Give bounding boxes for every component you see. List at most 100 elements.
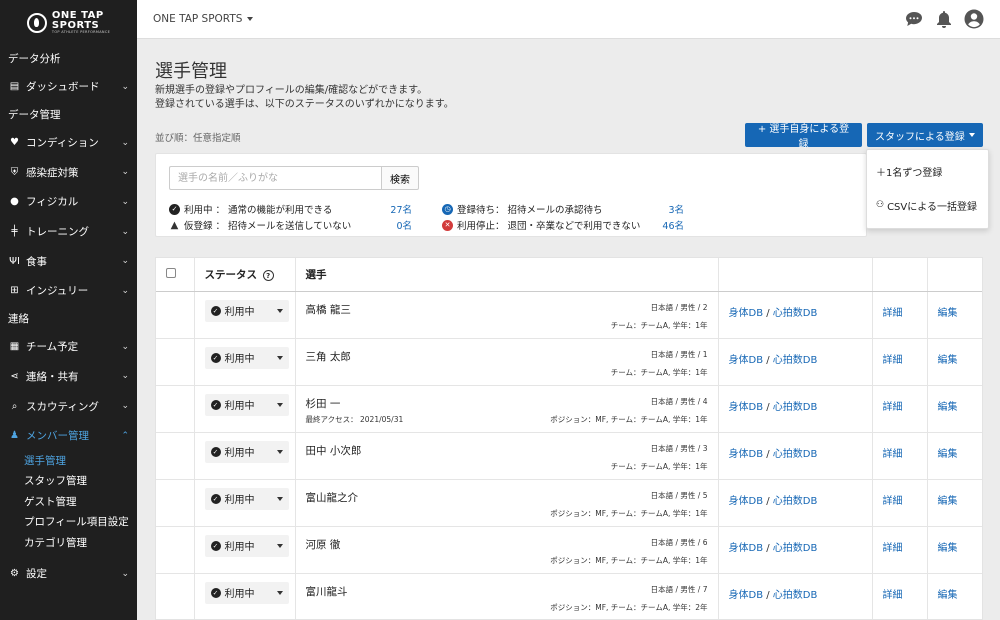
body-db-link[interactable]: 身体DB [729,449,764,460]
status-cell: ✓ 利用中 [194,338,296,386]
link-separator: / [763,589,773,601]
app-logo[interactable]: ONE TAP SPORTS TOP ATHLETE PERFORMANCE [0,0,137,46]
select-all-checkbox[interactable] [166,267,176,278]
caret-down-icon [276,449,283,454]
medkit-icon: ⊞ [10,285,19,297]
chevron-down-icon: ⌄ [121,226,129,237]
user-avatar-icon[interactable] [964,9,984,29]
sidebar-subitem-category[interactable]: カテゴリ管理 [0,533,137,554]
sidebar-subitem-profile-fields[interactable]: プロフィール項目設定 [0,512,137,533]
detail-cell: 詳細 [872,432,928,480]
player-cell: 田中 小次郎 日本語 / 男性 / 3 チーム：チームA, 学年：1年 [295,432,719,480]
body-db-link[interactable]: 身体DB [729,590,764,601]
heart-rate-db-link[interactable]: 心拍数DB [773,355,818,366]
register-single-item[interactable]: ＋1名ずつ登録 [867,154,988,188]
chat-icon[interactable] [904,9,924,29]
chevron-down-icon: ⌄ [121,137,129,148]
heart-rate-db-link[interactable]: 心拍数DB [773,543,818,554]
check-circle-icon: ✓ [210,587,221,598]
edit-link[interactable]: 編集 [938,539,975,554]
edit-link[interactable]: 編集 [938,351,975,366]
table-row: ✓ 利用中 三角 太郎 日本語 / 男性 / 1 チーム：チームA, 学年：1年… [156,338,982,386]
sidebar-item-settings[interactable]: ⚙ 設定 ⌄ [0,559,137,589]
active-count[interactable]: 27名 [390,202,412,216]
heart-rate-db-link[interactable]: 心拍数DB [773,308,818,319]
sidebar-item-meal[interactable]: ΨΙ 食事 ⌄ [0,246,137,276]
player-name: 高橋 龍三 [305,303,351,316]
stopped-count[interactable]: 46名 [662,218,684,232]
status-dropdown[interactable]: ✓ 利用中 [204,581,289,604]
sidebar-item-schedule[interactable]: ▦ チーム予定 ⌄ [0,332,137,362]
status-dropdown[interactable]: ✓ 利用中 [204,534,289,557]
detail-link[interactable]: 詳細 [883,304,917,319]
heart-rate-db-link[interactable]: 心拍数DB [773,402,818,413]
body-db-link[interactable]: 身体DB [729,308,764,319]
player-cell: 富川龍斗 日本語 / 男性 / 7 ポジション：MF, チーム：チームA, 学年… [295,573,719,619]
status-dropdown[interactable]: ✓ 利用中 [204,440,289,463]
team-selector[interactable]: ONE TAP SPORTS [153,13,254,25]
row-select-cell [156,291,195,339]
status-dropdown[interactable]: ✓ 利用中 [204,299,289,322]
detail-link[interactable]: 詳細 [883,445,917,460]
clock-icon: ◷ [442,203,453,215]
search-button[interactable]: 検索 [381,166,419,190]
sidebar-item-condition[interactable]: ♥ コンディション ⌄ [0,128,137,158]
caret-down-icon [968,133,975,137]
player-language-gender-number: 日本語 / 男性 / 7 [650,584,708,594]
body-db-link[interactable]: 身体DB [729,496,764,507]
sidebar-item-member[interactable]: ♟ メンバー管理 ⌃ [0,421,137,451]
search-bar: 検索 [169,166,419,190]
help-icon[interactable]: ? [262,270,274,282]
register-by-staff-button[interactable]: スタッフによる登録 [867,123,983,147]
detail-link[interactable]: 詳細 [883,586,917,601]
player-language-gender-number: 日本語 / 男性 / 2 [650,302,708,312]
sidebar-item-dashboard[interactable]: ▤ ダッシュボード ⌄ [0,72,137,102]
sidebar-subitem-guest[interactable]: ゲスト管理 [0,492,137,513]
player-name: 河原 徹 [305,538,341,551]
heart-rate-db-link[interactable]: 心拍数DB [773,590,818,601]
register-csv-item[interactable]: ⚇ CSVによる一括登録 [867,188,988,222]
sidebar-subitem-staff[interactable]: スタッフ管理 [0,471,137,492]
detail-link[interactable]: 詳細 [883,539,917,554]
heart-rate-db-link[interactable]: 心拍数DB [773,496,818,507]
chevron-down-icon: ⌄ [121,341,129,352]
edit-header [927,258,982,292]
player-name: 三角 太郎 [305,350,351,363]
legend-pending: ◷ 登録待ち： 招待メールの承認待ち 3名 [442,202,684,216]
edit-cell: 編集 [927,291,982,339]
player-cell: 富山龍之介 日本語 / 男性 / 5 ポジション：MF, チーム：チームA, 学… [295,479,719,527]
status-dropdown[interactable]: ✓ 利用中 [204,346,289,369]
edit-link[interactable]: 編集 [938,445,975,460]
body-db-link[interactable]: 身体DB [729,543,764,554]
body-db-link[interactable]: 身体DB [729,355,764,366]
sidebar-item-training[interactable]: ╪ トレーニング ⌄ [0,217,137,247]
sidebar-item-injury[interactable]: ⊞ インジュリー ⌄ [0,276,137,306]
pending-count[interactable]: 3名 [668,202,684,216]
status-dropdown[interactable]: ✓ 利用中 [204,393,289,416]
detail-link[interactable]: 詳細 [883,398,917,413]
sidebar-item-share[interactable]: ⋖ 連絡・共有 ⌄ [0,362,137,392]
player-language-gender-number: 日本語 / 男性 / 6 [650,537,708,547]
bell-icon[interactable] [934,9,954,29]
temp-count[interactable]: 0名 [396,218,412,232]
detail-link[interactable]: 詳細 [883,351,917,366]
edit-link[interactable]: 編集 [938,304,975,319]
link-separator: / [763,495,773,507]
sidebar-item-infection[interactable]: ⛨ 感染症対策 ⌄ [0,157,137,187]
table-row: ✓ 利用中 河原 徹 日本語 / 男性 / 6 ポジション：MF, チーム：チー… [156,526,982,574]
edit-link[interactable]: 編集 [938,398,975,413]
heart-rate-db-link[interactable]: 心拍数DB [773,449,818,460]
sidebar-item-physical[interactable]: ● フィジカル ⌄ [0,187,137,217]
caret-down-icon [276,402,283,407]
sidebar-subitem-players[interactable]: 選手管理 [0,451,137,472]
sidebar-item-scouting[interactable]: ⌕ スカウティング ⌄ [0,391,137,421]
detail-cell: 詳細 [872,526,928,574]
detail-link[interactable]: 詳細 [883,492,917,507]
body-db-link[interactable]: 身体DB [729,402,764,413]
status-dropdown[interactable]: ✓ 利用中 [204,487,289,510]
register-by-player-button[interactable]: + 選手自身による登録 [745,123,862,150]
search-input[interactable] [169,166,381,190]
edit-link[interactable]: 編集 [938,586,975,601]
detail-cell: 詳細 [872,385,928,433]
edit-link[interactable]: 編集 [938,492,975,507]
